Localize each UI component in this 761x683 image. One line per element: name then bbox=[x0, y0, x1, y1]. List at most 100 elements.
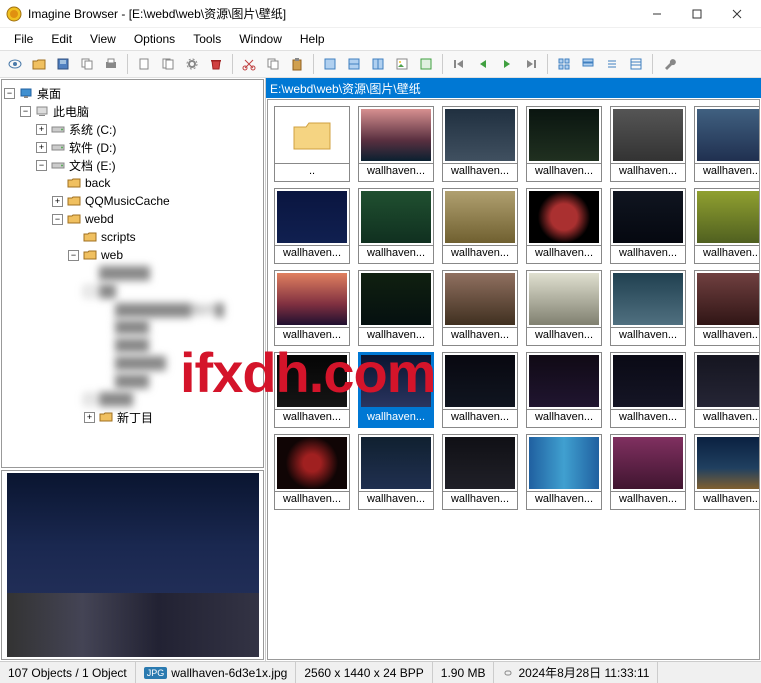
trash-icon[interactable] bbox=[205, 53, 227, 75]
thumbnail-item[interactable]: wallhaven... bbox=[694, 270, 760, 346]
document-icon[interactable] bbox=[133, 53, 155, 75]
tree-node-blurred[interactable]: ██████ bbox=[4, 264, 261, 282]
menu-view[interactable]: View bbox=[82, 30, 124, 48]
close-button[interactable] bbox=[723, 4, 751, 24]
nav-prev-icon[interactable] bbox=[472, 53, 494, 75]
tree-node-drive-d[interactable]: + 软件 (D:) bbox=[4, 138, 261, 156]
nav-next-icon[interactable] bbox=[496, 53, 518, 75]
collapse-icon[interactable]: − bbox=[36, 160, 47, 171]
image2-icon[interactable] bbox=[415, 53, 437, 75]
folder-icon[interactable] bbox=[28, 53, 50, 75]
tree-node-thispc[interactable]: − 此电脑 bbox=[4, 102, 261, 120]
tree-node-blurred[interactable]: ████ bbox=[4, 318, 261, 336]
thumbnail-item[interactable]: wallhaven... bbox=[274, 270, 350, 346]
thumbnail-item[interactable]: wallhaven... bbox=[610, 106, 686, 182]
gear-icon[interactable] bbox=[181, 53, 203, 75]
thumbnail-item[interactable]: wallhaven... bbox=[526, 270, 602, 346]
grid1-icon[interactable] bbox=[553, 53, 575, 75]
copy-icon[interactable] bbox=[76, 53, 98, 75]
wrench-icon[interactable] bbox=[658, 53, 680, 75]
window3-icon[interactable] bbox=[367, 53, 389, 75]
thumbnail-item[interactable]: wallhaven... bbox=[610, 434, 686, 510]
collapse-icon[interactable]: − bbox=[52, 214, 63, 225]
menu-options[interactable]: Options bbox=[126, 30, 183, 48]
folder-tree[interactable]: − 桌面 − 此电脑 + 系统 (C:) + 软件 (D:) − bbox=[1, 79, 264, 468]
expand-icon[interactable]: + bbox=[36, 142, 47, 153]
nav-last-icon[interactable] bbox=[520, 53, 542, 75]
collapse-icon[interactable]: − bbox=[20, 106, 31, 117]
thumbnail-item[interactable]: wallhaven... bbox=[694, 188, 760, 264]
disk-icon[interactable] bbox=[52, 53, 74, 75]
window2-icon[interactable] bbox=[343, 53, 365, 75]
paste-icon[interactable] bbox=[286, 53, 308, 75]
tree-label: webd bbox=[85, 212, 114, 226]
thumbnail-item[interactable]: wallhaven... bbox=[694, 434, 760, 510]
thumbnail-item[interactable]: wallhaven... bbox=[610, 352, 686, 428]
thumbnail-item[interactable]: wallhaven... bbox=[442, 188, 518, 264]
thumbnail-item[interactable]: wallhaven... bbox=[442, 434, 518, 510]
collapse-icon[interactable]: − bbox=[68, 250, 79, 261]
thumbnail-item[interactable]: wallhaven... bbox=[358, 106, 434, 182]
print-icon[interactable] bbox=[100, 53, 122, 75]
thumbnail-item[interactable]: wallhaven... bbox=[442, 352, 518, 428]
path-bar[interactable]: E:\webd\web\资源\图片\壁纸 bbox=[266, 78, 761, 98]
thumbnail-item[interactable]: wallhaven... bbox=[526, 188, 602, 264]
image-icon[interactable] bbox=[391, 53, 413, 75]
window1-icon[interactable] bbox=[319, 53, 341, 75]
thumbnail-item[interactable]: .. bbox=[274, 106, 350, 182]
expand-icon[interactable]: + bbox=[84, 412, 95, 423]
tree-node-blurred[interactable]: −██ bbox=[4, 282, 261, 300]
minimize-button[interactable] bbox=[643, 4, 671, 24]
grid4-icon[interactable] bbox=[625, 53, 647, 75]
menu-tools[interactable]: Tools bbox=[185, 30, 229, 48]
thumbnail-item[interactable]: wallhaven... bbox=[442, 270, 518, 346]
tree-node-blurred[interactable]: +████ bbox=[4, 390, 261, 408]
tree-node-blurred[interactable]: ████ bbox=[4, 336, 261, 354]
thumbnail-item[interactable]: wallhaven... bbox=[694, 106, 760, 182]
nav-first-icon[interactable] bbox=[448, 53, 470, 75]
menu-file[interactable]: File bbox=[6, 30, 41, 48]
menu-window[interactable]: Window bbox=[231, 30, 290, 48]
tree-node-blurred[interactable]: ████ bbox=[4, 372, 261, 390]
thumbnail-item[interactable]: wallhaven... bbox=[526, 352, 602, 428]
expand-icon[interactable]: + bbox=[36, 124, 47, 135]
thumbnail-item[interactable]: wallhaven... bbox=[358, 434, 434, 510]
maximize-button[interactable] bbox=[683, 4, 711, 24]
grid3-icon[interactable] bbox=[601, 53, 623, 75]
thumbnail-item[interactable]: wallhaven... bbox=[526, 106, 602, 182]
tree-node-desktop[interactable]: − 桌面 bbox=[4, 84, 261, 102]
grid2-icon[interactable] bbox=[577, 53, 599, 75]
thumbnail-item[interactable]: wallhaven... bbox=[274, 434, 350, 510]
thumbnail-item[interactable]: wallhaven... bbox=[526, 434, 602, 510]
thumbnail-item[interactable]: wallhaven... bbox=[274, 188, 350, 264]
menu-edit[interactable]: Edit bbox=[43, 30, 80, 48]
copy2-icon[interactable] bbox=[262, 53, 284, 75]
tree-node-drive-c[interactable]: + 系统 (C:) bbox=[4, 120, 261, 138]
thumbnail-item[interactable]: wallhaven... bbox=[274, 352, 350, 428]
tree-node-webd[interactable]: − webd bbox=[4, 210, 261, 228]
tree-node-qqmusic[interactable]: + QQMusicCache bbox=[4, 192, 261, 210]
thumbnail-item[interactable]: wallhaven... bbox=[358, 188, 434, 264]
expand-icon[interactable]: + bbox=[52, 196, 63, 207]
menu-help[interactable]: Help bbox=[292, 30, 333, 48]
tree-node-blurred[interactable]: █████████我的█ bbox=[4, 300, 261, 318]
thumbnail-item[interactable]: wallhaven... bbox=[610, 270, 686, 346]
thumbnail-item[interactable]: wallhaven... bbox=[358, 270, 434, 346]
view-icon[interactable] bbox=[4, 53, 26, 75]
thumbnail-item[interactable]: wallhaven... bbox=[610, 188, 686, 264]
thumbnail-item[interactable]: wallhaven... bbox=[358, 352, 434, 428]
thumbnail-item[interactable]: wallhaven... bbox=[442, 106, 518, 182]
cut-icon[interactable] bbox=[238, 53, 260, 75]
tree-node-blurred[interactable]: ██████ bbox=[4, 354, 261, 372]
thumbnail-item[interactable]: wallhaven... bbox=[694, 352, 760, 428]
collapse-icon[interactable]: − bbox=[4, 88, 15, 99]
thumbnail-label: wallhaven... bbox=[694, 328, 760, 346]
tree-node-web[interactable]: − web bbox=[4, 246, 261, 264]
thumbnail-grid[interactable]: ..wallhaven...wallhaven...wallhaven...wa… bbox=[267, 99, 760, 660]
tree-node-drive-e[interactable]: − 文档 (E:) bbox=[4, 156, 261, 174]
documents-icon[interactable] bbox=[157, 53, 179, 75]
tree-node-back[interactable]: back bbox=[4, 174, 261, 192]
thumbnail-image bbox=[274, 106, 350, 164]
tree-node-new[interactable]: + 新丁目 bbox=[4, 408, 261, 426]
tree-node-scripts[interactable]: scripts bbox=[4, 228, 261, 246]
